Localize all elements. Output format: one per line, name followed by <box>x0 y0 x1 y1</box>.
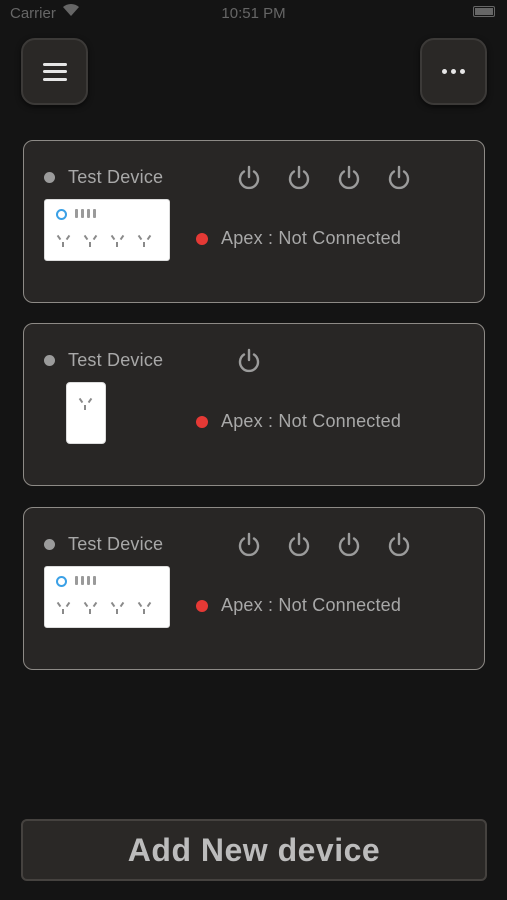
connection-status-dot <box>196 415 208 428</box>
device-name: Test Device <box>68 534 164 554</box>
socket-icon <box>110 601 125 614</box>
device-status-dot <box>44 539 55 550</box>
connection-status: Apex : Not Connected <box>196 228 401 249</box>
power-strip-image <box>44 566 170 628</box>
power-icon[interactable] <box>286 532 312 558</box>
power-icon[interactable] <box>386 165 412 191</box>
device-status-dot <box>44 172 55 183</box>
outlet-power-buttons <box>236 532 412 558</box>
socket-icon <box>83 234 98 247</box>
add-new-device-button[interactable]: Add New device <box>21 819 487 881</box>
connection-status-label: Apex : Not Connected <box>221 595 402 615</box>
connection-status-dot <box>196 599 208 612</box>
power-icon[interactable] <box>336 532 362 558</box>
socket-icon <box>137 234 152 247</box>
menu-button[interactable] <box>21 38 88 105</box>
status-bar: Carrier 10:51 PM <box>0 0 507 28</box>
more-options-button[interactable] <box>420 38 487 105</box>
outlet-power-buttons <box>236 348 262 374</box>
power-icon[interactable] <box>236 165 262 191</box>
device-header: Test Device <box>44 350 163 371</box>
socket-icon <box>56 601 71 614</box>
power-ring-icon <box>56 209 67 220</box>
status-time: 10:51 PM <box>221 5 286 22</box>
device-status-dot <box>44 355 55 366</box>
outlet-power-buttons <box>236 165 412 191</box>
power-icon[interactable] <box>236 532 262 558</box>
device-card[interactable]: Test Device Apex : Not Connected <box>23 507 485 670</box>
device-header: Test Device <box>44 534 163 555</box>
connection-status: Apex : Not Connected <box>196 595 401 616</box>
socket-icon <box>137 601 152 614</box>
power-icon[interactable] <box>336 165 362 191</box>
hamburger-icon <box>42 62 67 81</box>
socket-icon <box>78 397 93 410</box>
power-ring-icon <box>56 576 67 587</box>
connection-status: Apex : Not Connected <box>196 411 401 432</box>
device-card[interactable]: Test Device Apex : Not Connected <box>23 140 485 303</box>
more-dots-icon <box>442 69 465 74</box>
connection-status-label: Apex : Not Connected <box>221 411 402 431</box>
device-card[interactable]: Test Device Apex : Not Connected <box>23 323 485 486</box>
device-name: Test Device <box>68 167 164 187</box>
power-icon[interactable] <box>386 532 412 558</box>
connection-status-dot <box>196 232 208 245</box>
socket-icon <box>56 234 71 247</box>
connection-status-label: Apex : Not Connected <box>221 228 402 248</box>
socket-icon <box>83 601 98 614</box>
device-name: Test Device <box>68 350 164 370</box>
power-strip-image <box>44 199 170 261</box>
power-icon[interactable] <box>236 348 262 374</box>
single-plug-image <box>66 382 106 444</box>
power-icon[interactable] <box>286 165 312 191</box>
battery-icon <box>473 6 495 17</box>
device-header: Test Device <box>44 167 163 188</box>
socket-icon <box>110 234 125 247</box>
